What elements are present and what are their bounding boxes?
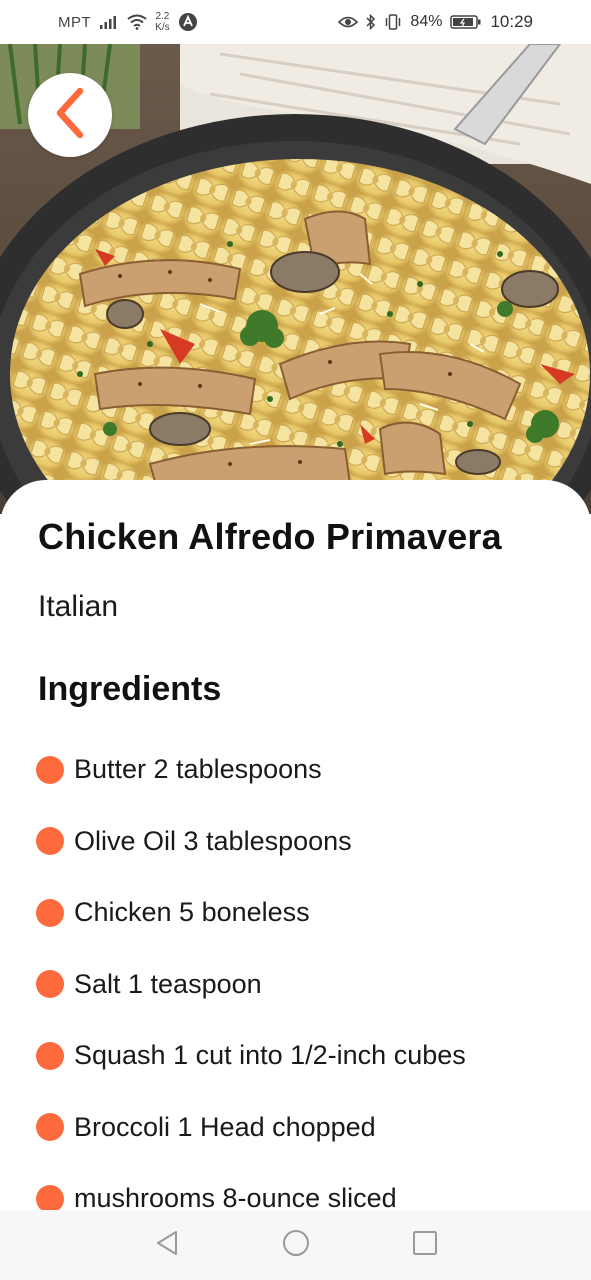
battery-percent: 84% bbox=[410, 13, 443, 30]
square-recents-icon bbox=[412, 1230, 438, 1261]
bullet-dot-icon bbox=[36, 898, 64, 927]
battery-icon bbox=[450, 14, 482, 30]
app-notification-icon bbox=[178, 12, 198, 32]
bullet-dot-icon bbox=[36, 970, 64, 999]
ingredients-heading: Ingredients bbox=[38, 670, 222, 708]
net-speed-unit: K/s bbox=[155, 22, 170, 33]
ingredient-text: Butter 2 tablespoons bbox=[74, 754, 322, 785]
bullet-dot-icon bbox=[36, 1041, 64, 1070]
carrier-label: MPT bbox=[58, 13, 92, 31]
signal-icon bbox=[99, 14, 119, 30]
bullet-dot-icon bbox=[36, 827, 64, 856]
recipe-details-sheet: Chicken Alfredo Primavera Italian Ingred… bbox=[0, 480, 591, 1240]
eye-icon bbox=[338, 15, 359, 29]
ingredient-item: Chicken 5 boneless bbox=[36, 877, 466, 949]
bullet-dot-icon bbox=[36, 1113, 64, 1142]
ingredient-list: Butter 2 tablespoons Olive Oil 3 tablesp… bbox=[36, 734, 466, 1235]
ingredient-text: Olive Oil 3 tablespoons bbox=[74, 825, 352, 856]
back-button[interactable] bbox=[28, 73, 112, 157]
ingredient-item: Salt 1 teaspoon bbox=[36, 949, 466, 1021]
nav-back-button[interactable] bbox=[150, 1228, 184, 1262]
ingredient-item: Butter 2 tablespoons bbox=[36, 734, 466, 806]
wifi-icon bbox=[127, 14, 147, 30]
clock: 10:29 bbox=[490, 12, 533, 31]
ingredient-item: Olive Oil 3 tablespoons bbox=[36, 806, 466, 878]
ingredient-text: Squash 1 cut into 1/2-inch cubes bbox=[74, 1040, 466, 1071]
ingredient-text: Salt 1 teaspoon bbox=[74, 968, 262, 999]
ingredient-text: Broccoli 1 Head chopped bbox=[74, 1111, 376, 1142]
circle-home-icon bbox=[282, 1229, 310, 1262]
chevron-left-icon bbox=[53, 87, 87, 144]
bullet-dot-icon bbox=[36, 755, 64, 784]
status-left: MPT 2.2 K/s bbox=[58, 11, 198, 33]
bullet-dot-icon bbox=[36, 1184, 64, 1213]
status-right: 84% 10:29 bbox=[338, 12, 533, 32]
nav-home-button[interactable] bbox=[279, 1228, 313, 1262]
recipe-cuisine: Italian bbox=[38, 590, 119, 623]
net-speed: 2.2 K/s bbox=[155, 11, 169, 33]
system-nav-bar bbox=[0, 1210, 591, 1280]
ingredient-item: Broccoli 1 Head chopped bbox=[36, 1092, 466, 1164]
status-bar: MPT 2.2 K/s 84% 10:29 bbox=[0, 0, 591, 44]
ingredient-text: Chicken 5 boneless bbox=[74, 897, 310, 928]
ingredient-item: Squash 1 cut into 1/2-inch cubes bbox=[36, 1020, 466, 1092]
triangle-back-icon bbox=[154, 1229, 180, 1262]
bluetooth-icon bbox=[366, 14, 376, 30]
net-speed-value: 2.2 bbox=[155, 11, 170, 22]
recipe-title: Chicken Alfredo Primavera bbox=[38, 516, 502, 557]
nav-recents-button[interactable] bbox=[408, 1228, 442, 1262]
vibrate-icon bbox=[384, 14, 402, 30]
